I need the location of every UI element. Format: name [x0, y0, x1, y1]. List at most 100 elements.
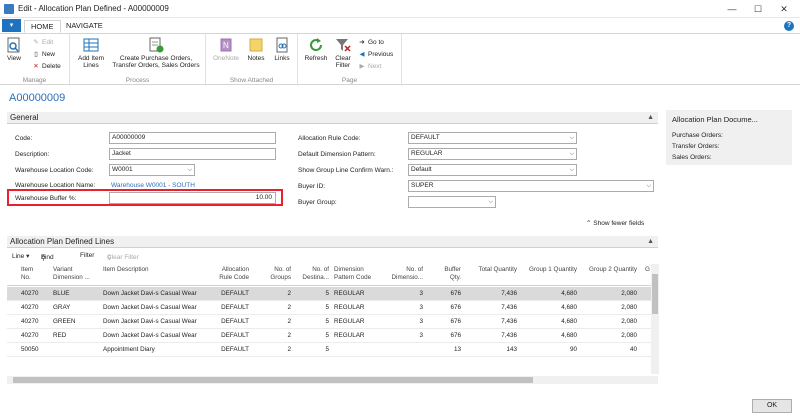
cell-destinations[interactable]: 5 [293, 318, 329, 325]
buyer-group-field[interactable]: ⌵ [408, 196, 496, 208]
cell-group2-qty[interactable]: 2,080 [581, 332, 637, 339]
cell-dim-pattern[interactable]: REGULAR [334, 290, 384, 297]
cell-buffer-qty[interactable]: 676 [427, 304, 461, 311]
cell-dimensions[interactable]: 3 [387, 332, 423, 339]
vertical-scroll-thumb[interactable] [652, 274, 658, 314]
cell-item-no[interactable]: 40270 [21, 332, 43, 339]
chevron-down-icon[interactable]: ⌵ [569, 165, 574, 175]
onenote-button[interactable]: N OneNote [212, 37, 240, 62]
chevron-down-icon[interactable]: ⌵ [187, 165, 192, 175]
cell-alloc-rule[interactable]: DEFAULT [205, 346, 249, 353]
delete-button[interactable]: ✕ Delete [32, 62, 61, 71]
next-button[interactable]: ▶ Next [358, 62, 382, 71]
notes-button[interactable]: Notes [246, 37, 266, 62]
col-alloc-rule[interactable]: Allocation Rule Code [205, 266, 249, 282]
goto-button[interactable]: ➔ Go to [358, 38, 384, 47]
horizontal-scroll-thumb[interactable] [13, 377, 533, 383]
col-destinations[interactable]: No. of Destina... [293, 266, 329, 282]
tab-home[interactable]: HOME [24, 20, 61, 33]
buyer-id-field[interactable]: SUPER ⌵ [408, 180, 654, 192]
col-groups[interactable]: No. of Groups [257, 266, 291, 282]
cell-groups[interactable]: 2 [257, 304, 291, 311]
previous-button[interactable]: ◀ Previous [358, 50, 394, 59]
vertical-scrollbar[interactable] [651, 264, 659, 374]
alloc-rule-code-field[interactable]: DEFAULT ⌵ [408, 132, 577, 144]
line-menu-button[interactable]: Line ▾ [12, 252, 29, 260]
cell-total-qty[interactable]: 143 [465, 346, 517, 353]
cell-dim-pattern[interactable]: REGULAR [334, 318, 384, 325]
cell-buffer-qty[interactable]: 676 [427, 332, 461, 339]
cell-variant[interactable]: GREEN [53, 318, 101, 325]
col-variant[interactable]: Variant Dimension ... [53, 266, 101, 282]
description-field[interactable]: Jacket [109, 148, 276, 160]
lines-fasttab-header[interactable]: Allocation Plan Defined Lines ▲ [7, 236, 658, 248]
view-button[interactable]: View [6, 37, 22, 62]
cell-buffer-qty[interactable]: 676 [427, 318, 461, 325]
cell-dimensions[interactable]: 3 [387, 318, 423, 325]
filter-button[interactable]: Filter [80, 252, 94, 259]
cell-group2-qty[interactable]: 40 [581, 346, 637, 353]
cell-buffer-qty[interactable]: 676 [427, 290, 461, 297]
cell-item-description[interactable]: Down Jacket Davi-s Casual Wear [103, 304, 203, 311]
cell-groups[interactable]: 2 [257, 290, 291, 297]
cell-alloc-rule[interactable]: DEFAULT [205, 304, 249, 311]
cell-alloc-rule[interactable]: DEFAULT [205, 332, 249, 339]
cell-group2-qty[interactable]: 2,080 [581, 290, 637, 297]
wh-location-code-field[interactable]: W0001 ⌵ [109, 164, 195, 176]
cell-destinations[interactable]: 5 [293, 290, 329, 297]
table-row[interactable]: 40270 RED Down Jacket Davi-s Casual Wear DE… [7, 329, 658, 343]
cell-group1-qty[interactable]: 4,680 [521, 318, 577, 325]
show-group-line-field[interactable]: Default ⌵ [408, 164, 577, 176]
show-fewer-fields-link[interactable]: ⌃ Show fewer fields [586, 219, 644, 227]
clear-filter-button[interactable]: Clear Filter [332, 37, 354, 69]
app-menu-button[interactable]: ▾ [2, 19, 21, 32]
ok-button[interactable]: OK [752, 399, 792, 413]
cell-item-description[interactable]: Appointment Diary [103, 346, 203, 353]
horizontal-scrollbar[interactable] [7, 376, 658, 384]
col-group2-qty[interactable]: Group 2 Quantity [581, 266, 637, 274]
cell-group1-qty[interactable]: 4,680 [521, 332, 577, 339]
table-row[interactable]: 40270 GRAY Down Jacket Davi-s Casual Wear D… [7, 301, 658, 315]
code-field[interactable]: A00000009 [109, 132, 276, 144]
col-item-description[interactable]: Item Description [103, 266, 203, 274]
cell-dim-pattern[interactable]: REGULAR [334, 332, 384, 339]
cell-total-qty[interactable]: 7,436 [465, 304, 517, 311]
chevron-down-icon[interactable]: ⌵ [569, 149, 574, 159]
col-item-no[interactable]: Item No. [21, 266, 43, 282]
chevron-down-icon[interactable]: ⌵ [569, 133, 574, 143]
add-item-lines-button[interactable]: Add Item Lines [76, 37, 106, 69]
table-row[interactable]: 40270 GREEN Down Jacket Davi-s Casual Wear… [7, 315, 658, 329]
chevron-down-icon[interactable]: ⌵ [488, 197, 493, 207]
cell-groups[interactable]: 2 [257, 332, 291, 339]
cell-item-description[interactable]: Down Jacket Davi-s Casual Wear [103, 290, 203, 297]
create-orders-button[interactable]: Create Purchase Orders, Transfer Orders,… [108, 37, 204, 69]
chevron-down-icon[interactable]: ⌵ [646, 181, 651, 191]
cell-variant[interactable]: RED [53, 332, 101, 339]
cell-variant[interactable]: BLUE [53, 290, 101, 297]
cell-group1-qty[interactable]: 4,680 [521, 290, 577, 297]
help-icon[interactable]: ? [784, 21, 794, 31]
col-dim-pattern[interactable]: Dimension Pattern Code [334, 266, 384, 282]
new-button[interactable]: ▯ New [32, 50, 55, 59]
cell-group1-qty[interactable]: 4,680 [521, 304, 577, 311]
cell-destinations[interactable]: 5 [293, 304, 329, 311]
cell-alloc-rule[interactable]: DEFAULT [205, 318, 249, 325]
cell-dimensions[interactable]: 3 [387, 290, 423, 297]
table-row[interactable]: 40270 BLUE Down Jacket Davi-s Casual Wear D… [7, 287, 658, 301]
cell-buffer-qty[interactable]: 13 [427, 346, 461, 353]
wh-location-name-link[interactable]: Warehouse W0001 - SOUTH [111, 182, 195, 189]
cell-item-no[interactable]: 40270 [21, 304, 43, 311]
cell-group2-qty[interactable]: 2,080 [581, 304, 637, 311]
default-dim-pattern-field[interactable]: REGULAR ⌵ [408, 148, 577, 160]
cell-group2-qty[interactable]: 2,080 [581, 318, 637, 325]
table-row[interactable]: 50050 Appointment Diary DEFAULT 2 5 13 143 90 40 [7, 343, 658, 357]
col-group1-qty[interactable]: Group 1 Quantity [521, 266, 577, 274]
close-button[interactable]: ✕ [772, 2, 796, 16]
cell-total-qty[interactable]: 7,436 [465, 318, 517, 325]
col-total-qty[interactable]: Total Quantity [465, 266, 517, 274]
cell-item-description[interactable]: Down Jacket Davi-s Casual Wear [103, 332, 203, 339]
cell-item-description[interactable]: Down Jacket Davi-s Casual Wear [103, 318, 203, 325]
cell-groups[interactable]: 2 [257, 318, 291, 325]
tab-navigate[interactable]: NAVIGATE [60, 20, 109, 33]
cell-destinations[interactable]: 5 [293, 332, 329, 339]
